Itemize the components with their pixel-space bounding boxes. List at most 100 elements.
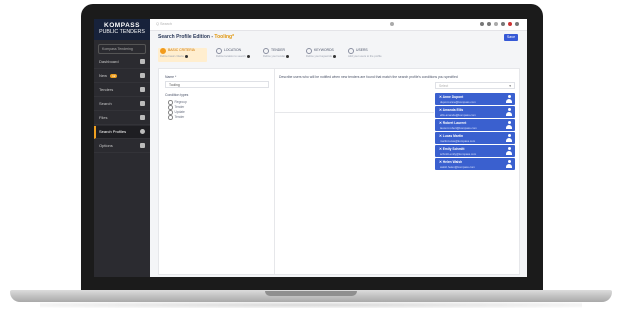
check-icon [332,55,336,58]
user-email: ellis.amanda@kompass.com [440,112,476,117]
options-icon [140,143,145,148]
user-name-text: Lucas Martin [442,133,464,138]
users-instructions: Describe users who will be notified when… [279,75,458,79]
condition-types-label: Condition types [165,93,189,97]
step-label: USERS [356,48,368,52]
main-content: Search Profile Edition - Tooling* Save B… [150,30,527,277]
sidebar-item-new[interactable]: New 12 [94,70,150,83]
dashboard-icon [140,59,145,64]
condition-option[interactable]: Tender [168,115,184,120]
sidebar-item-label: Files [99,115,108,120]
step-sublabel-text: Define location to search [216,55,246,59]
user-card[interactable]: ✕ Anne Dupont dupont.anne@kompass.com [435,93,515,105]
step-label: LOCATION [224,48,242,52]
user-card[interactable]: ✕ Helen Walsh walsh.helen@kompass.com [435,158,515,170]
condition-option[interactable]: Tender [168,105,184,110]
user-icon[interactable] [480,22,484,26]
app-logo[interactable]: KOMPASS PUBLIC TENDERS [94,19,150,40]
account-select[interactable]: Kompass Tendering [98,44,146,54]
step-circle-icon [263,48,269,54]
user-email: martin.lucas@kompass.com [440,138,476,143]
sidebar: KOMPASS PUBLIC TENDERS Kompass Tendering… [94,19,150,277]
user-name-text: Anne Dupont [442,94,464,99]
step-circle-icon [216,48,222,54]
user-name-text: Robert Laurent [442,120,467,125]
chevron-down-icon: ▾ [509,84,511,88]
user-name: ✕ Robert Laurent [439,120,467,125]
check-icon [286,55,290,58]
user-avatar-icon [506,134,512,142]
user-email: dupont.anne@kompass.com [440,99,476,104]
step-basic-criteria[interactable]: BASIC CRITERIA Define basic criteria [158,48,207,62]
gear-icon [140,129,145,134]
help-icon[interactable] [494,22,498,26]
step-label: BASIC CRITERIA [168,48,195,52]
name-field-label: Name * [165,75,177,79]
settings-icon[interactable] [390,22,394,26]
user-email: schmitt.emily@kompass.com [440,151,477,156]
condition-option[interactable]: Regroup [168,100,187,105]
list-icon [140,73,145,78]
user-card[interactable]: ✕ Emily Schmitt schmitt.emily@kompass.co… [435,145,515,157]
step-sublabel-text: Define basic criteria [160,55,184,59]
step-sublabel: Define location to search [216,55,250,58]
radio-icon [168,105,173,110]
name-field[interactable]: Tooling [165,81,269,88]
logo-line2: PUBLIC TENDERS [99,29,145,35]
page-title: Search Profile Edition - Tooling* [158,34,234,40]
new-count-badge: 12 [110,74,118,78]
user-select-input[interactable]: Select ▾ [435,82,515,89]
laptop-shadow [40,302,582,308]
flag-icon[interactable] [501,22,505,26]
step-label: TENDER [271,48,285,52]
user-card[interactable]: ✕ Robert Laurent laurent.robert@kompass.… [435,119,515,131]
wizard-steps: BASIC CRITERIA Define basic criteria LOC… [158,48,458,62]
laptop-base-notch [265,291,357,296]
condition-option-label: Update [174,110,185,115]
page-title-name: Tooling* [214,34,235,40]
step-circle-icon [348,48,354,54]
step-sublabel: Add your users to the profile [348,55,382,58]
sidebar-item-tenders[interactable]: Tenders [94,84,150,97]
sidebar-item-label: Search Profiles [99,129,127,134]
step-sublabel-text: Define your keywords [306,55,332,59]
step-label: KEYWORDS [314,48,334,52]
sidebar-item-options[interactable]: Options [94,140,150,153]
profile-form-panel: Name * Tooling Condition types Regroup T… [158,68,520,275]
radio-icon [168,115,173,120]
condition-option[interactable]: Update [168,110,185,115]
notification-icon[interactable] [508,22,512,26]
sidebar-item-files[interactable]: Files [94,112,150,125]
user-name: ✕ Lucas Martin [439,133,464,138]
sidebar-item-search[interactable]: Search [94,98,150,111]
user-email: walsh.helen@kompass.com [440,164,475,169]
sidebar-item-label: Options [99,143,113,148]
condition-option-label: Tender [174,105,185,110]
user-card[interactable]: ✕ Lucas Martin martin.lucas@kompass.com [435,132,515,144]
user-name: ✕ Anne Dupont [439,94,464,99]
bell-icon[interactable] [487,22,491,26]
sidebar-item-label: Dashboard [99,59,119,64]
sidebar-item-search-profiles[interactable]: Search Profiles [94,126,150,139]
step-circle-icon [306,48,312,54]
user-card[interactable]: ✕ Amanda Ellis ellis.amanda@kompass.com [435,106,515,118]
check-icon [184,55,188,58]
user-name: ✕ Amanda Ellis [439,107,464,112]
check-icon [246,55,250,58]
step-sublabel: Define your tender [263,55,290,58]
logout-icon[interactable] [515,22,519,26]
user-avatar-icon [506,160,512,168]
step-sublabel: Define basic criteria [160,55,188,58]
user-name-text: Emily Schmitt [442,146,465,151]
tenders-icon [140,87,145,92]
logo-line1: KOMPASS [104,22,140,29]
step-circle-icon [160,48,166,54]
search-icon [140,101,145,106]
radio-icon [168,110,173,115]
user-name-text: Amanda Ellis [442,107,464,112]
user-avatar-icon [506,121,512,129]
sidebar-item-label: New [99,73,108,78]
global-search-input[interactable]: Q Search [156,22,172,26]
save-button[interactable]: Save [504,34,518,41]
sidebar-item-dashboard[interactable]: Dashboard [94,56,150,69]
